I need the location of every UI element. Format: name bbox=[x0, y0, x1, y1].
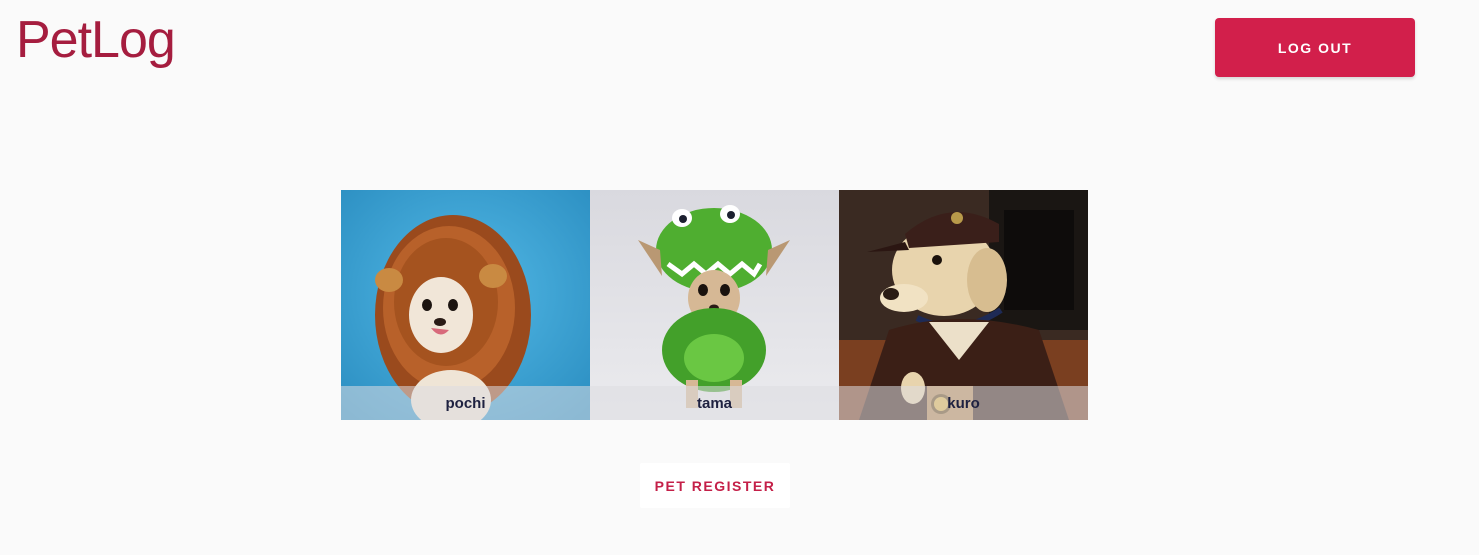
app-logo: PetLog bbox=[16, 11, 176, 69]
pet-card-pochi[interactable]: pochi bbox=[341, 190, 590, 420]
pet-card-kuro[interactable]: kuro bbox=[839, 190, 1088, 420]
logout-button[interactable]: LOG OUT bbox=[1215, 18, 1415, 77]
pet-register-button[interactable]: PET REGISTER bbox=[640, 463, 790, 508]
pet-name-label: pochi bbox=[341, 386, 590, 420]
pet-card-tama[interactable]: tama bbox=[590, 190, 839, 420]
pet-name-label: kuro bbox=[839, 386, 1088, 420]
pet-grid: pochi tama kuro bbox=[341, 190, 1088, 420]
pet-name-label: tama bbox=[590, 386, 839, 420]
